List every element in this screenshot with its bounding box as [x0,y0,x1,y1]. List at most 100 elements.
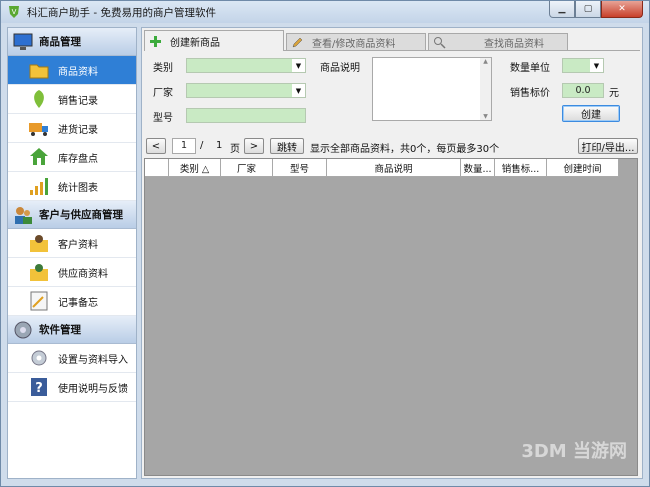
sidebar-item-notes[interactable]: 记事备忘 [8,287,136,316]
page-input[interactable]: 1 [172,138,196,154]
bar-chart-icon [30,178,48,195]
app-window: V 科汇商户助手 - 免费易用的商户管理软件 ▁ ▢ ✕ 商品管理 商品资料 销… [0,0,650,487]
pager-bar: < 1 / 1 页 > 跳转 显示全部商品资料，共0个，每页最多30个 打印/导… [144,136,640,156]
house-icon [30,148,48,165]
sidebar-item-sales-record[interactable]: 销售记录 [8,85,136,114]
main-panel: 创建新商品 查看/修改商品资料 查找商品资料 类别 ▼ 厂家 ▼ 型号 商品说明… [141,27,643,479]
sidebar-item-purchase-record[interactable]: 进货记录 [8,114,136,143]
sidebar-item-label: 设置与资料导入 [58,354,128,366]
product-table[interactable]: 类别 △ 厂家 型号 商品说明 数量... 销售标... 创建时间 3DM 当游… [144,158,638,476]
model-label: 型号 [153,113,173,124]
column-header-model[interactable]: 型号 [273,159,327,177]
column-header-description[interactable]: 商品说明 [327,159,461,177]
description-textarea[interactable]: ▲ ▼ [372,57,492,121]
dropdown-arrow-icon: ▼ [292,84,305,97]
maximize-button[interactable]: ▢ [575,1,601,18]
price-label: 销售标价 [510,88,550,99]
sidebar-item-customer-info[interactable]: 客户资料 [8,229,136,258]
sidebar-item-label: 进货记录 [58,124,98,136]
sidebar-item-label: 统计图表 [58,182,98,194]
tab-find-product[interactable]: 查找商品资料 [428,33,568,51]
section-software-mgmt[interactable]: 软件管理 [8,316,136,344]
app-logo-icon: V [9,6,19,18]
page-word: 页 [230,144,240,155]
svg-text:?: ? [35,381,43,396]
column-header-category[interactable]: 类别 △ [169,159,221,177]
create-button[interactable]: 创建 [562,105,620,122]
plus-icon [150,35,161,47]
person-folder-icon [30,235,48,252]
description-scrollbar[interactable]: ▲ ▼ [480,58,491,120]
unit-select[interactable]: ▼ [562,58,604,73]
dropdown-arrow-icon: ▼ [292,59,305,72]
model-input[interactable] [186,108,306,123]
supplier-folder-icon [30,264,48,281]
section-product-mgmt[interactable]: 商品管理 [8,28,136,56]
description-label: 商品说明 [320,63,360,74]
price-input[interactable]: 0.0 [562,83,604,98]
column-header-quantity[interactable]: 数量... [461,159,495,177]
total-pages: 1 [216,140,223,151]
unit-label: 数量单位 [510,63,550,74]
title-bar: V 科汇商户助手 - 免费易用的商户管理软件 ▁ ▢ ✕ [1,1,649,23]
sidebar-item-help-feedback[interactable]: ? 使用说明与反馈 [8,373,136,402]
close-button[interactable]: ✕ [601,1,643,18]
notepad-icon [30,291,48,311]
dropdown-arrow-icon: ▼ [590,59,603,72]
vendor-label: 厂家 [153,88,173,99]
sidebar-item-settings-import[interactable]: 设置与资料导入 [8,344,136,373]
next-page-button[interactable]: > [244,138,264,154]
section-label: 客户与供应商管理 [39,209,123,221]
sidebar-item-label: 商品资料 [58,66,98,78]
prev-page-button[interactable]: < [146,138,166,154]
sidebar-item-inventory[interactable]: 库存盘点 [8,143,136,172]
category-select[interactable]: ▼ [186,58,306,73]
sidebar-item-label: 销售记录 [58,95,98,107]
truck-icon [29,123,48,136]
monitor-icon [13,33,33,50]
section-customer-supplier[interactable]: 客户与供应商管理 [8,201,136,229]
tab-label: 查找商品资料 [484,39,544,50]
help-book-icon: ? [31,378,47,396]
sidebar-item-label: 使用说明与反馈 [58,383,128,395]
gear-icon [14,321,32,338]
column-header-vendor[interactable]: 厂家 [221,159,273,177]
sidebar-item-label: 记事备忘 [58,297,98,309]
column-header-rownum[interactable] [145,159,169,177]
sidebar-item-label: 客户资料 [58,239,98,251]
jump-button[interactable]: 跳转 [270,138,304,154]
vendor-select[interactable]: ▼ [186,83,306,98]
print-export-button[interactable]: 打印/导出... [578,138,638,154]
page-slash: / [200,140,204,151]
svg-text:V: V [12,8,17,16]
column-header-price[interactable]: 销售标... [495,159,547,177]
tab-create-product[interactable]: 创建新商品 [144,30,284,51]
folder-open-icon [29,64,49,79]
sidebar-item-statistics[interactable]: 统计图表 [8,172,136,201]
search-icon [434,37,446,49]
settings-icon [31,350,47,366]
sidebar-item-product-info[interactable]: 商品资料 [8,56,136,85]
pencil-icon [292,37,303,48]
category-label: 类别 [153,63,173,74]
minimize-button[interactable]: ▁ [549,1,575,18]
leaf-icon [34,90,44,108]
sidebar-item-supplier-info[interactable]: 供应商资料 [8,258,136,287]
sidebar-item-label: 库存盘点 [58,153,98,165]
section-label: 软件管理 [39,324,81,336]
currency-label: 元 [609,88,619,99]
sidebar: 商品管理 商品资料 销售记录 进货记录 库存盘点 统计图表 客户与供应商管理 客… [7,27,137,479]
tab-label: 创建新商品 [170,37,220,49]
watermark: 3DM 当游网 [521,441,627,462]
window-title: 科汇商户助手 - 免费易用的商户管理软件 [27,7,216,19]
section-label: 商品管理 [39,36,81,48]
create-product-form: 类别 ▼ 厂家 ▼ 型号 商品说明 ▲ ▼ 数量单位 ▼ 销售标价 0.0 元 创… [144,50,640,134]
column-header-created-time[interactable]: 创建时间 [547,159,619,177]
status-text: 显示全部商品资料，共0个，每页最多30个 [310,144,500,155]
sidebar-item-label: 供应商资料 [58,268,108,280]
users-icon [15,206,32,224]
tab-view-edit-product[interactable]: 查看/修改商品资料 [286,33,426,51]
tab-bar: 创建新商品 查看/修改商品资料 查找商品资料 [144,30,640,51]
table-header: 类别 △ 厂家 型号 商品说明 数量... 销售标... 创建时间 [145,159,619,177]
tab-label: 查看/修改商品资料 [312,39,396,50]
